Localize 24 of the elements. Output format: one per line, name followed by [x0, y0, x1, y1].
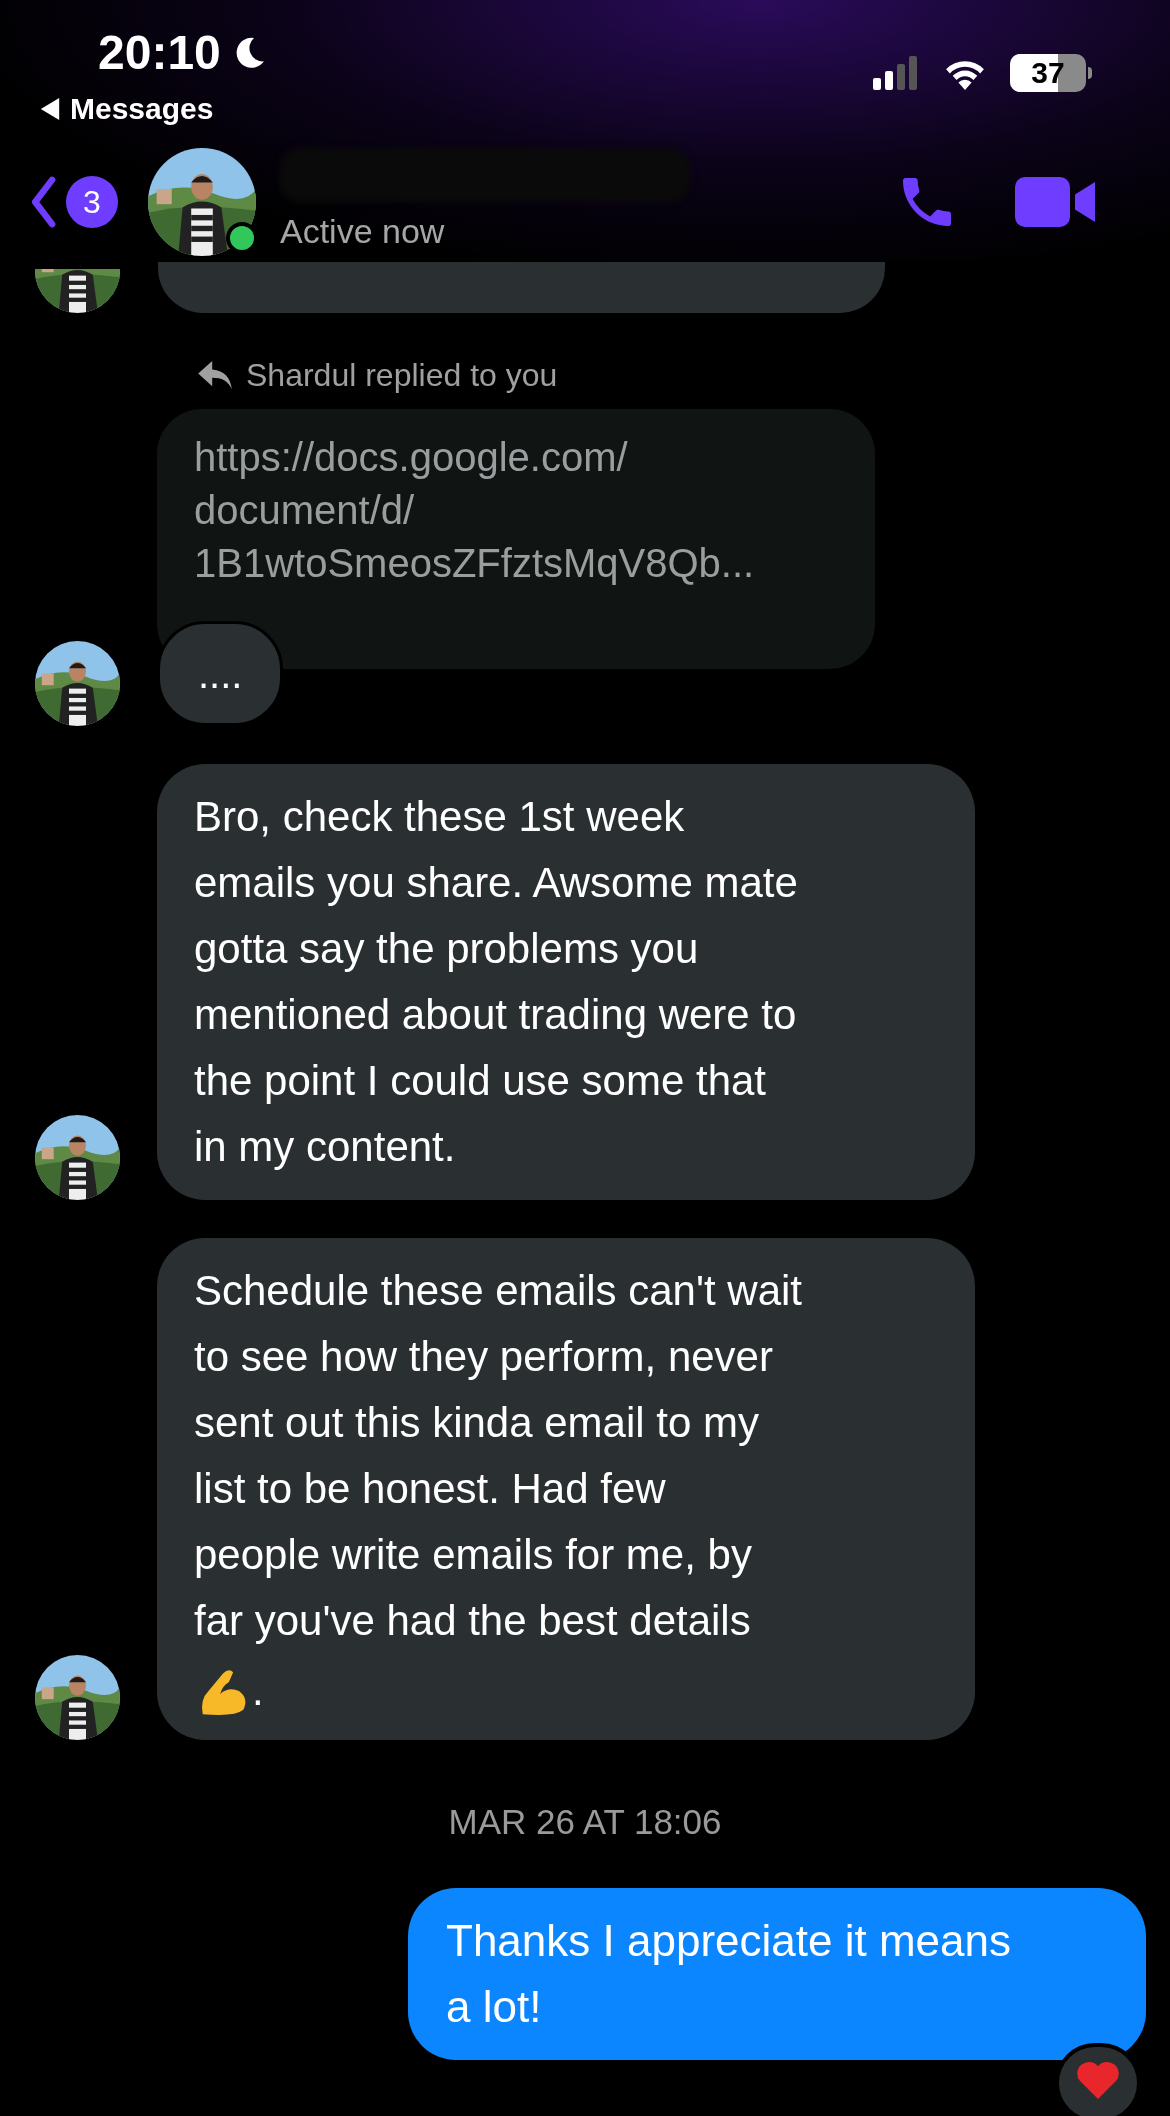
- quoted-message-bubble[interactable]: https://docs.google.com/ document/d/ 1B1wtoSmeosZFfztsMqV8Qb...: [157, 409, 875, 669]
- heart-icon: [1076, 2059, 1120, 2099]
- back-to-app-link[interactable]: Messages: [70, 86, 214, 131]
- message-text: Schedule these emails can't wait to see how they perform, never sent out this kinda email to my list to be honest. Had few people write emails for me, by far you've had the best details: [194, 1266, 803, 1646]
- reply-arrow-icon: [198, 361, 232, 389]
- reply-label: Shardul replied to you: [246, 356, 558, 395]
- message-text: .: [252, 1666, 264, 1716]
- unread-count-badge: 3: [66, 176, 118, 228]
- status-time: 20:10: [98, 25, 221, 81]
- video-camera-icon: [1015, 177, 1095, 227]
- message-text: Thanks I appreciate it means a lot!: [446, 1915, 1012, 2033]
- battery-indicator: 37: [1010, 54, 1086, 92]
- message-bubble[interactable]: Schedule these emails can't wait to see how they perform, never sent out this kinda email to my list to be honest. Had few people write emails for me, by far you've had the best details .: [157, 1238, 975, 1740]
- message-bubble[interactable]: Bro, check these 1st week emails you share. Awsome mate gotta say the problems you mentioned about trading were to the point I could use some that in my content.: [157, 764, 975, 1200]
- signal-icon: [870, 56, 920, 90]
- back-button[interactable]: 3: [26, 176, 118, 228]
- timestamp: MAR 26 AT 18:06: [448, 1802, 722, 1842]
- video-call-button[interactable]: [1015, 177, 1095, 227]
- back-triangle-icon: [40, 97, 60, 120]
- message-bubble[interactable]: ....: [157, 621, 284, 726]
- message-text: Bro, check these 1st week emails you share. Awsome mate gotta say the problems you mentioned about trading were to the point I could use some that in my content.: [194, 792, 799, 1172]
- sent-message-bubble[interactable]: Thanks I appreciate it means a lot!: [408, 1888, 1146, 2060]
- quoted-link-text: https://docs.google.com/ document/d/ 1B1wtoSmeosZFfztsMqV8Qb...: [194, 434, 756, 587]
- presence-status: Active now: [280, 210, 446, 252]
